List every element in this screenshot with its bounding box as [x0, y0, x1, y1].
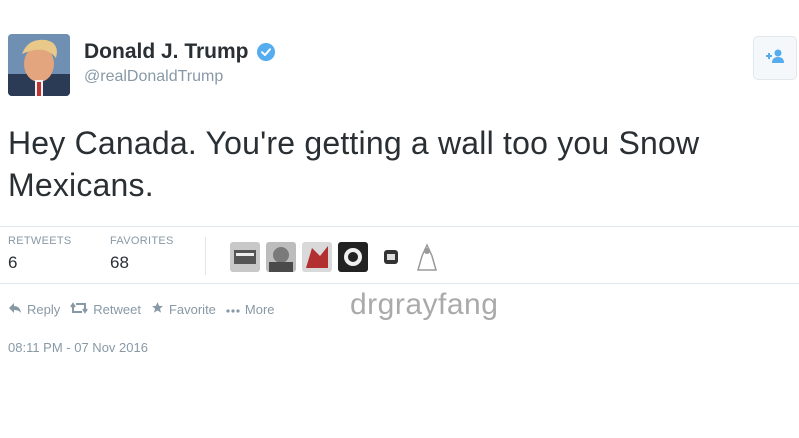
- retweet-arrows-icon: [70, 301, 93, 317]
- reply-label: Reply: [27, 301, 61, 317]
- favorite-count[interactable]: FAVORITES 68: [110, 235, 174, 273]
- retweets-value: 6: [8, 253, 18, 272]
- retweet-count[interactable]: RETWEETS 6: [8, 235, 72, 273]
- user-names: Donald J. Trump @realDonaldTrump: [84, 40, 275, 86]
- stats-divider: [205, 237, 206, 275]
- favoriter-avatar[interactable]: [230, 242, 260, 272]
- tweet-actions: Reply Retweet Favorite More: [8, 296, 285, 322]
- tweet-text: Hey Canada. You're getting a wall too yo…: [8, 125, 700, 203]
- favoriter-avatar[interactable]: [414, 242, 440, 272]
- follow-user-icon: [764, 48, 786, 69]
- verified-badge-icon: [256, 43, 275, 61]
- favoriter-avatar[interactable]: [384, 250, 398, 264]
- favorite-label: Favorite: [168, 301, 216, 317]
- more-button[interactable]: More: [226, 302, 275, 317]
- favoriter-avatar[interactable]: [302, 242, 332, 272]
- follow-button[interactable]: [753, 36, 797, 80]
- user-handle[interactable]: @realDonaldTrump: [84, 68, 275, 86]
- display-name[interactable]: Donald J. Trump: [84, 40, 249, 64]
- watermark: drgrayfang: [350, 288, 499, 321]
- favorites-label: FAVORITES: [110, 235, 174, 247]
- avatar[interactable]: [8, 34, 70, 96]
- reply-arrow-icon: [8, 302, 27, 317]
- retweet-button[interactable]: Retweet: [70, 302, 141, 317]
- star-icon: [151, 301, 169, 317]
- favoriter-avatar[interactable]: [266, 242, 296, 272]
- favorite-button[interactable]: Favorite: [151, 301, 216, 317]
- tweet-timestamp[interactable]: 08:11 PM - 07 Nov 2016: [8, 340, 148, 355]
- stats-bar: RETWEETS 6 FAVORITES 68: [0, 226, 799, 284]
- retweets-label: RETWEETS: [8, 235, 72, 247]
- favorites-value: 68: [110, 253, 129, 272]
- favoriter-avatar[interactable]: [338, 242, 368, 272]
- ellipsis-icon: [226, 302, 245, 317]
- tweet-header: Donald J. Trump @realDonaldTrump: [8, 34, 797, 100]
- retweet-label: Retweet: [93, 301, 141, 317]
- more-label: More: [244, 301, 275, 317]
- reply-button[interactable]: Reply: [8, 302, 60, 317]
